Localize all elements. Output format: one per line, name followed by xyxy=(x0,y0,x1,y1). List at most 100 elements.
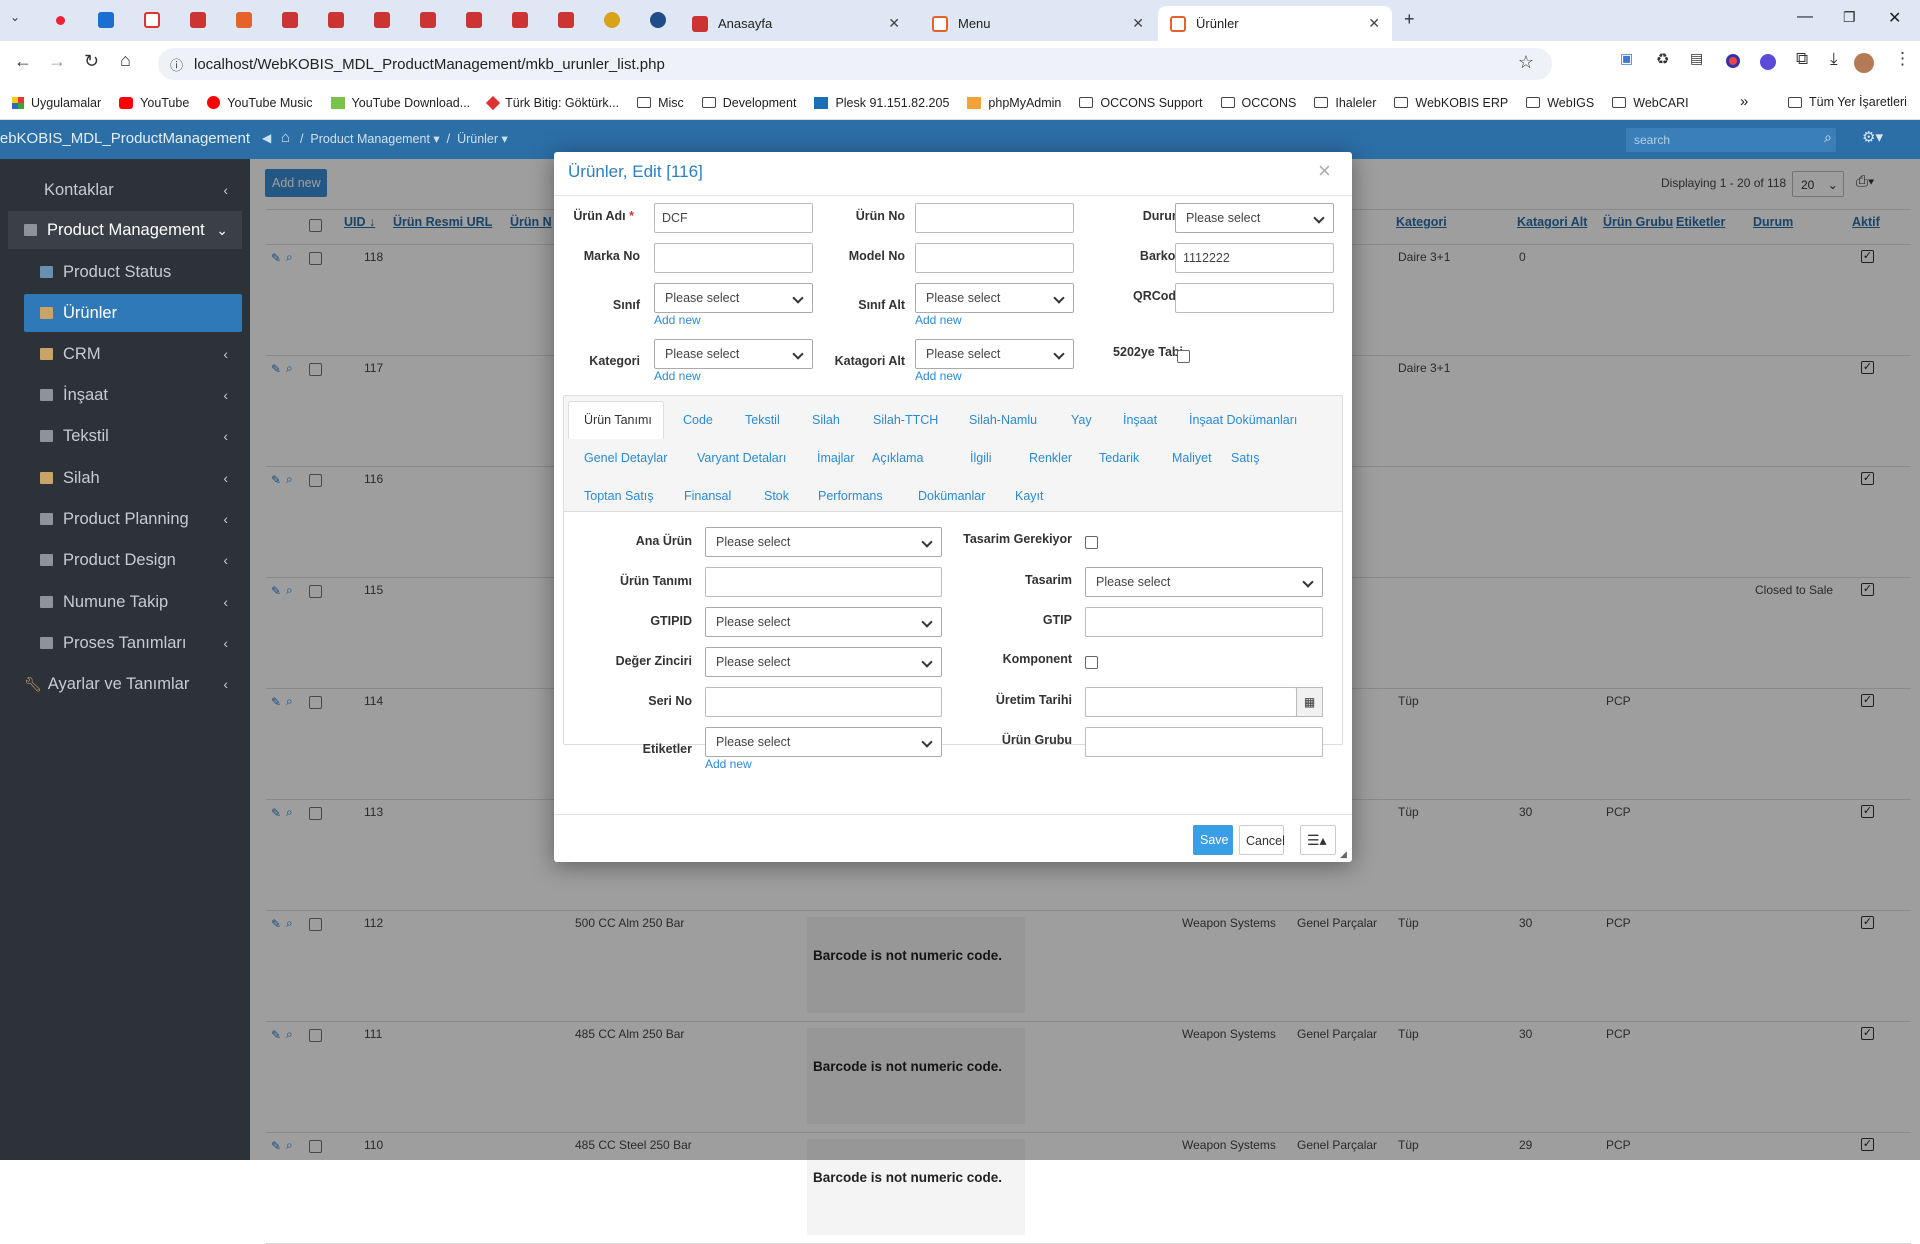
tabi-5202-checkbox[interactable] xyxy=(1177,350,1190,363)
tab-i-nşaat[interactable]: İnşaat xyxy=(1123,413,1157,427)
bookmark-folder-webigs[interactable]: WebIGS xyxy=(1526,96,1594,110)
extension-icon[interactable]: ▤ xyxy=(1690,50,1703,67)
tasarim-select[interactable]: Please select xyxy=(1085,567,1323,597)
tab-kayıt[interactable]: Kayıt xyxy=(1015,489,1044,503)
bookmark-youtube-download[interactable]: YouTube Download... xyxy=(330,96,470,110)
close-window-icon[interactable]: ✕ xyxy=(1888,8,1901,28)
resize-handle-icon[interactable]: ◢ xyxy=(1340,849,1347,860)
search-input[interactable]: search xyxy=(1626,128,1836,152)
kategori-select[interactable]: Please select xyxy=(654,339,813,369)
sidebar-item-crm[interactable]: CRM ‹ xyxy=(24,335,242,373)
komponent-checkbox[interactable] xyxy=(1085,656,1098,669)
settings-gear-icon[interactable]: ⚙▾ xyxy=(1862,128,1883,146)
pinned-tab[interactable] xyxy=(316,8,356,32)
sinif-alt-select[interactable]: Please select xyxy=(915,283,1074,313)
qrcode-input[interactable] xyxy=(1175,283,1334,313)
app-brand[interactable]: WebKOBIS_MDL_ProductManagement xyxy=(0,130,250,147)
sidebar-item-insaat[interactable]: İnşaat ‹ xyxy=(24,376,242,414)
sidebar-item-product-status[interactable]: Product Status xyxy=(24,253,242,291)
tab-silah-ttch[interactable]: Silah-TTCH xyxy=(873,413,938,427)
pinned-tab[interactable] xyxy=(86,8,126,32)
tab-i-lgili[interactable]: İlgili xyxy=(970,451,992,465)
translate-icon[interactable]: ▣ xyxy=(1620,50,1633,67)
deger-zinciri-select[interactable]: Please select xyxy=(705,647,942,677)
model-no-input[interactable] xyxy=(915,243,1074,273)
close-tab-icon[interactable]: ✕ xyxy=(1368,15,1380,32)
pinned-tab[interactable] xyxy=(592,8,632,32)
site-info-icon[interactable]: ⓘ xyxy=(170,55,183,74)
bookmarks-overflow-button[interactable]: » xyxy=(1740,93,1748,110)
sidebar-item-product-design[interactable]: Product Design ‹ xyxy=(24,541,242,579)
tab-yay[interactable]: Yay xyxy=(1071,413,1092,427)
kategori-add-new-link[interactable]: Add new xyxy=(654,369,701,383)
minimize-icon[interactable]: — xyxy=(1797,8,1813,26)
urun-no-input[interactable] xyxy=(915,203,1074,233)
tab-ürün-tanımı[interactable]: Ürün Tanımı xyxy=(584,413,652,427)
seri-no-input[interactable] xyxy=(705,687,942,717)
uretim-tarihi-input[interactable] xyxy=(1085,687,1297,717)
pinned-tab[interactable] xyxy=(224,8,264,32)
download-icon[interactable]: ⤓ xyxy=(1830,49,1838,69)
restore-icon[interactable]: ❐ xyxy=(1843,9,1856,26)
vpn-extension-icon[interactable] xyxy=(1760,54,1776,70)
bookmark-youtube[interactable]: YouTube xyxy=(119,96,189,110)
home-icon[interactable]: ⌂ xyxy=(120,50,131,71)
sinif-alt-add-new-link[interactable]: Add new xyxy=(915,313,962,327)
sinif-select[interactable]: Please select xyxy=(654,283,813,313)
durum-select[interactable]: Please select xyxy=(1175,203,1334,233)
sidebar-item-silah[interactable]: Silah ‹ xyxy=(24,459,242,497)
bookmark-apps[interactable]: Uygulamalar xyxy=(12,96,101,110)
forward-icon[interactable]: → xyxy=(48,51,66,72)
bookmark-plesk[interactable]: Plesk 91.151.82.205 xyxy=(814,96,949,110)
tab-silah[interactable]: Silah xyxy=(812,413,840,427)
katagori-alt-select[interactable]: Please select xyxy=(915,339,1074,369)
bookmark-folder-webcari[interactable]: WebCARI xyxy=(1612,96,1689,110)
menu-kebab-icon[interactable]: ⋮ xyxy=(1894,49,1911,69)
breadcrumb-item-product-management[interactable]: Product Management xyxy=(310,132,430,146)
pinned-tab[interactable] xyxy=(40,8,80,32)
url-bar[interactable]: ⓘ localhost/WebKOBIS_MDL_ProductManageme… xyxy=(158,48,1552,80)
tab-maliyet[interactable]: Maliyet xyxy=(1172,451,1212,465)
tab-dokümanlar[interactable]: Dokümanlar xyxy=(918,489,985,503)
bookmark-turk-bitig[interactable]: Türk Bitig: Göktürk... xyxy=(486,95,619,110)
bookmark-folder-occons[interactable]: OCCONS xyxy=(1220,96,1296,110)
sidebar-item-ayarlar[interactable]: 🔧︎ Ayarlar ve Tanımlar ‹ xyxy=(24,665,242,703)
katagori-alt-add-new-link[interactable]: Add new xyxy=(915,369,962,383)
more-menu-icon[interactable]: ☰▴ xyxy=(1300,825,1336,855)
urun-adi-input[interactable]: DCF xyxy=(654,203,813,233)
tab-tekstil[interactable]: Tekstil xyxy=(745,413,780,427)
save-button[interactable]: Save xyxy=(1193,825,1233,855)
close-dialog-icon[interactable]: × xyxy=(1318,158,1331,184)
bookmark-folder-occons-support[interactable]: OCCONS Support xyxy=(1079,96,1203,110)
bookmark-star-icon[interactable]: ☆ xyxy=(1518,52,1534,73)
reload-icon[interactable]: ↻ xyxy=(84,51,99,72)
tab-renkler[interactable]: Renkler xyxy=(1029,451,1072,465)
tab-toptan-satış[interactable]: Toptan Satış xyxy=(584,489,654,503)
pinned-tab[interactable] xyxy=(638,8,678,32)
tasarim-gerekiyor-checkbox[interactable] xyxy=(1085,536,1098,549)
profile-avatar[interactable] xyxy=(1854,53,1874,73)
extensions-puzzle-icon[interactable]: ⧉ xyxy=(1796,49,1808,69)
etiketler-select[interactable]: Please select xyxy=(705,727,942,757)
tab-anasayfa[interactable]: Anasayfa ✕ xyxy=(680,6,912,41)
collapse-sidebar-icon[interactable]: ◀ xyxy=(262,131,271,145)
sidebar-item-product-planning[interactable]: Product Planning ‹ xyxy=(24,500,242,538)
pinned-tab[interactable] xyxy=(132,8,172,32)
pinned-tab[interactable] xyxy=(270,8,310,32)
back-icon[interactable]: ← xyxy=(14,51,32,72)
sinif-add-new-link[interactable]: Add new xyxy=(654,313,701,327)
tab-performans[interactable]: Performans xyxy=(818,489,883,503)
urun-grubu-input[interactable] xyxy=(1085,727,1323,757)
tab-stok[interactable]: Stok xyxy=(764,489,789,503)
sidebar-item-kontaklar[interactable]: Kontaklar ‹ xyxy=(24,171,242,209)
etiketler-add-new-link[interactable]: Add new xyxy=(705,757,752,771)
cancel-button[interactable]: Cancel xyxy=(1239,825,1285,855)
pinned-tab[interactable] xyxy=(546,8,586,32)
gtip-input[interactable] xyxy=(1085,607,1323,637)
bookmark-folder-ihaleler[interactable]: Ihaleler xyxy=(1314,96,1376,110)
new-tab-button[interactable]: + xyxy=(1404,9,1415,30)
breadcrumb-item-urunler[interactable]: Ürünler xyxy=(457,132,498,146)
search-icon[interactable]: ⌕ xyxy=(1824,129,1832,146)
calendar-icon[interactable]: ▦ xyxy=(1296,687,1323,717)
sidebar-item-tekstil[interactable]: Tekstil ‹ xyxy=(24,417,242,455)
